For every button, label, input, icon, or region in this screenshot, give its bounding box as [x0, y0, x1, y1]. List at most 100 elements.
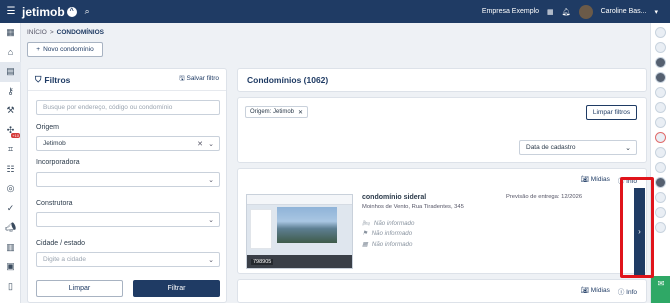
chevron-down-icon[interactable]: ⌄ — [208, 176, 214, 184]
contact-avatar[interactable] — [655, 102, 666, 113]
key-icon[interactable]: ⚷ — [0, 82, 21, 102]
city-select[interactable]: Digite a cidade ⌄ — [36, 252, 220, 267]
save-filter-label: Salvar filtro — [186, 75, 219, 82]
brand-name: jetimob — [22, 4, 65, 19]
user-avatar[interactable] — [578, 4, 593, 19]
new-condominium-button[interactable]: + Novo condomínio — [27, 42, 103, 57]
media-link[interactable]: 📷︎ Mídias — [581, 175, 610, 185]
contact-avatar[interactable] — [655, 177, 666, 188]
chevron-down-icon[interactable]: ⌄ — [208, 256, 214, 264]
bell-icon[interactable]: 🔔︎ — [562, 8, 571, 16]
apps-grid-icon[interactable]: ▦ — [547, 8, 554, 16]
condominium-thumbnail[interactable]: 798905 — [246, 194, 353, 269]
contact-avatar[interactable] — [655, 117, 666, 128]
camera-icon: 📷︎ — [580, 287, 589, 294]
thumbnail-sidebar — [250, 209, 272, 249]
chevron-down-icon[interactable]: ▾ — [654, 8, 658, 16]
sort-select[interactable]: Data de cadastro ⌄ — [519, 140, 637, 155]
contact-avatar[interactable] — [655, 222, 666, 233]
thumbnail-browser-bar — [247, 195, 352, 205]
breadcrumb-current: CONDOMÍNIOS — [56, 29, 104, 36]
info-icon: ⓘ — [617, 289, 625, 296]
gavel-icon[interactable]: ⚒ — [0, 101, 21, 121]
contact-avatar[interactable] — [655, 27, 666, 38]
developer-label: Incorporadora — [36, 159, 80, 166]
contact-avatar[interactable] — [655, 57, 666, 68]
megaphone-icon[interactable]: 📣︎ — [0, 218, 21, 238]
info-line-text: Não informado — [371, 230, 413, 237]
builder-select[interactable]: ⌄ — [36, 212, 220, 227]
ticket-icon[interactable]: ▣ — [0, 257, 21, 277]
flag-icon: ⚑ — [362, 230, 368, 237]
filter-button[interactable]: Filtrar — [133, 280, 220, 297]
info-link[interactable]: ⓘ Info — [618, 286, 637, 296]
network-icon[interactable]: ✣ +10 — [0, 121, 21, 141]
search-input[interactable]: Busque por endereço, código ou condomíni… — [36, 100, 220, 115]
info-line-text: Não informado — [373, 219, 415, 227]
condominium-name[interactable]: condomínio sideral — [362, 194, 426, 201]
city-placeholder: Digite a cidade — [43, 256, 86, 263]
save-filter-button[interactable]: 🖫︎ Salvar filtro — [179, 74, 219, 85]
contact-avatar[interactable] — [655, 192, 666, 203]
contact-avatar[interactable] — [655, 132, 666, 143]
search-icon[interactable]: ⌕ — [85, 6, 90, 17]
funnel-icon: ⛉ — [35, 74, 42, 84]
active-filters-bar: Origem: Jetimob ✕ Limpar filtros Data de… — [237, 97, 647, 163]
chevron-down-icon[interactable]: ⌄ — [208, 140, 214, 148]
contact-avatar[interactable] — [655, 87, 666, 98]
document-icon[interactable]: ▯ — [0, 277, 21, 297]
contact-avatar[interactable] — [655, 162, 666, 173]
contact-avatar[interactable] — [655, 207, 666, 218]
home-icon[interactable]: ⌂ — [0, 43, 21, 63]
people-icon[interactable]: ☷ — [0, 160, 21, 180]
brand-logo[interactable]: jetimob ^ — [22, 5, 77, 19]
grid-icon[interactable]: ▦ — [0, 23, 21, 43]
info-label: Info — [626, 289, 637, 296]
filter-chip-label: Origem: Jetimob — [250, 109, 295, 115]
top-bar: ☰ jetimob ^ ⌕ Empresa Exemplo ▦ 🔔︎ Carol… — [0, 0, 670, 23]
calendar-icon: ▦ — [362, 241, 368, 248]
city-label: Cidade / estado — [36, 240, 86, 247]
check-circle-icon[interactable]: ✓ — [0, 199, 21, 219]
origin-label: Origem — [36, 124, 59, 131]
hamburger-icon[interactable]: ☰ — [0, 6, 22, 17]
top-right-area: Empresa Exemplo ▦ 🔔︎ Caroline Bas... ▾ — [482, 0, 658, 23]
nav-badge: +10 — [11, 133, 20, 138]
contact-avatar[interactable] — [655, 42, 666, 53]
brand-mark-icon: ^ — [66, 6, 77, 17]
info-line-text: Não informado — [371, 241, 413, 248]
map-icon[interactable]: ▥ — [0, 238, 21, 258]
crop-icon[interactable]: ⌗ — [0, 140, 21, 160]
contact-avatar[interactable] — [655, 147, 666, 158]
developer-select[interactable]: ⌄ — [36, 172, 220, 187]
target-icon[interactable]: ◎ — [0, 179, 21, 199]
results-header: Condomínios (1062) — [237, 68, 647, 92]
contact-avatar[interactable] — [655, 72, 666, 83]
clear-filters-button[interactable]: Limpar filtros — [586, 105, 637, 120]
property-code: 798905 — [251, 259, 274, 265]
close-icon[interactable]: ✕ — [197, 140, 203, 148]
building-icon[interactable]: ▤ — [0, 62, 21, 82]
media-link[interactable]: 📷︎ Mídias — [581, 286, 610, 296]
condominium-card: 📷︎ Mídias ⓘ Info — [237, 279, 647, 303]
origin-select[interactable]: Jetimob ✕ ⌄ — [36, 136, 220, 151]
camera-icon: 📷︎ — [580, 176, 589, 183]
breadcrumb-home[interactable]: INÍCIO — [27, 29, 47, 36]
user-name[interactable]: Caroline Bas... — [601, 8, 647, 15]
plus-icon: + — [36, 46, 41, 53]
filters-panel: ⛉ Filtros 🖫︎ Salvar filtro Busque por en… — [27, 68, 227, 303]
filters-title-text: Filtros — [44, 74, 71, 85]
breadcrumb: INÍCIO > CONDOMÍNIOS — [27, 29, 104, 36]
chat-icon[interactable]: ✉ — [651, 276, 670, 303]
filter-chip: Origem: Jetimob ✕ — [245, 106, 309, 118]
close-icon[interactable]: ✕ — [298, 109, 303, 116]
info-line: 🛏︎ Não informado — [362, 219, 415, 228]
condominium-address: Moinhos de Vento, Rua Tiradentes, 345 — [362, 204, 464, 210]
chevron-down-icon[interactable]: ⌄ — [208, 216, 214, 224]
sort-value: Data de cadastro — [526, 144, 576, 151]
highlight-box — [620, 177, 654, 278]
condominium-card: 📷︎ Mídias ⓘ Info 798905 condomínio sider… — [237, 168, 647, 275]
company-name[interactable]: Empresa Exemplo — [482, 8, 539, 15]
filters-title: ⛉ Filtros — [35, 74, 70, 85]
clear-button[interactable]: Limpar — [36, 280, 123, 297]
